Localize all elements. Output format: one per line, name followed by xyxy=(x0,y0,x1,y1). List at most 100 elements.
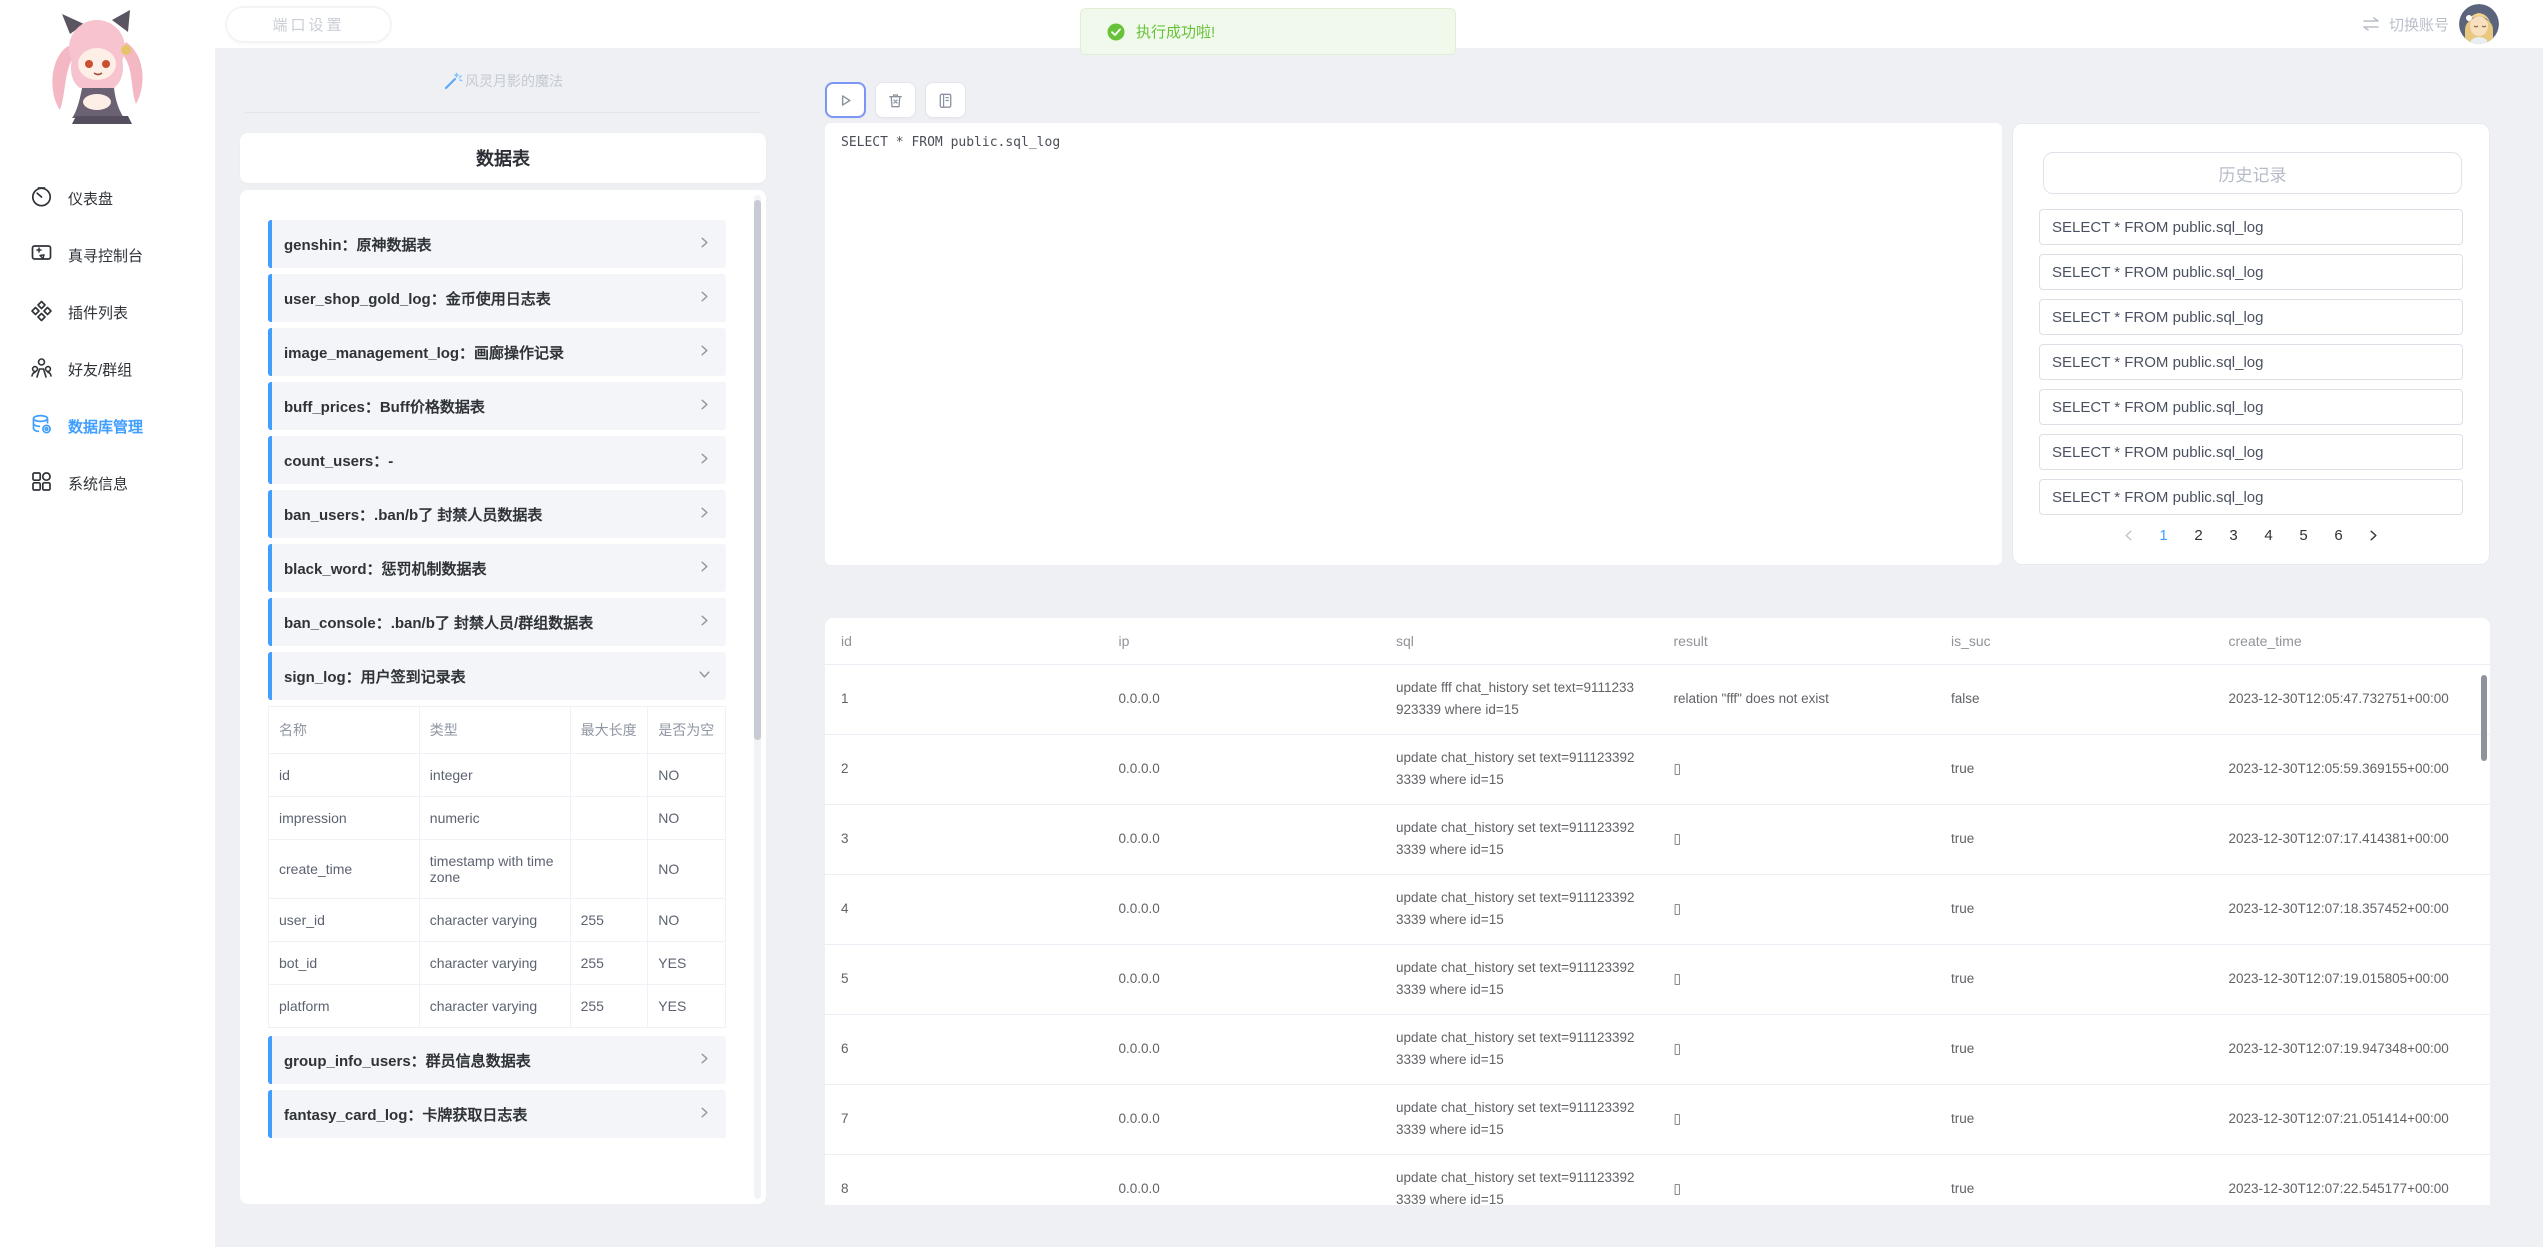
sidebar-item-console[interactable]: 真寻控制台 xyxy=(0,227,215,284)
pagination-page-3[interactable]: 3 xyxy=(2223,522,2245,548)
sidebar-item-dashboard[interactable]: 仪表盘 xyxy=(0,170,215,227)
chevron-down-icon xyxy=(697,667,712,682)
sidebar-item-label: 真寻控制台 xyxy=(68,245,143,266)
results-row: 70.0.0.0update chat_history set text=911… xyxy=(825,1084,2490,1154)
chevron-right-icon xyxy=(697,397,712,412)
cell-sql: update chat_history set text=91112339233… xyxy=(1380,734,1658,804)
run-sql-button[interactable] xyxy=(825,82,866,118)
cell-result: ▯ xyxy=(1658,1154,1936,1205)
cell-id: 2 xyxy=(825,734,1103,804)
pagination-page-1[interactable]: 1 xyxy=(2153,522,2175,548)
table-item-fantasy_card_log[interactable]: fantasy_card_log：卡牌获取日志表 xyxy=(268,1090,726,1138)
plugins-icon xyxy=(30,299,53,326)
sql-editor[interactable]: SELECT * FROM public.sql_log xyxy=(825,123,2002,565)
cell-is_suc: true xyxy=(1935,944,2213,1014)
table-item-image_management_log[interactable]: image_management_log：画廊操作记录 xyxy=(268,328,726,376)
sidebar-item-label: 系统信息 xyxy=(68,473,128,494)
schema-row: platformcharacter varying255YES xyxy=(269,985,726,1028)
cell-ip: 0.0.0.0 xyxy=(1103,804,1381,874)
table-item-genshin[interactable]: genshin：原神数据表 xyxy=(268,220,726,268)
schema-cell: YES xyxy=(648,942,726,985)
panel-subtitle: 风灵月影的魔法 xyxy=(240,66,766,96)
schema-header-cell: 最大长度 xyxy=(570,707,648,754)
table-item-label: image_management_log：画廊操作记录 xyxy=(284,342,564,363)
table-item-label: black_word：惩罚机制数据表 xyxy=(284,558,487,579)
schema-cell: YES xyxy=(648,985,726,1028)
cell-is_suc: true xyxy=(1935,874,2213,944)
schema-row: idintegerNO xyxy=(269,754,726,797)
table-item-label: user_shop_gold_log：金币使用日志表 xyxy=(284,288,551,309)
divider xyxy=(245,112,761,113)
sidebar-item-system[interactable]: 系统信息 xyxy=(0,455,215,512)
history-item[interactable]: SELECT * FROM public.sql_log xyxy=(2039,209,2463,245)
schema-cell: id xyxy=(269,754,420,797)
swap-arrows-icon xyxy=(2361,16,2381,32)
cell-id: 6 xyxy=(825,1014,1103,1084)
results-header-result: result xyxy=(1658,618,1936,664)
cell-create_time: 2023-12-30T12:07:21.051414+00:00 xyxy=(2213,1084,2491,1154)
results-table-head: idipsqlresultis_succreate_time xyxy=(825,618,2490,664)
results-row: 10.0.0.0update fff chat_history set text… xyxy=(825,664,2490,734)
console-icon xyxy=(30,242,53,269)
switch-account-button[interactable]: 切换账号 xyxy=(2361,14,2449,35)
schema-header-row: 名称类型最大长度是否为空 xyxy=(269,707,726,754)
schema-cell: NO xyxy=(648,754,726,797)
dashboard-icon xyxy=(30,185,53,212)
cell-create_time: 2023-12-30T12:07:19.015805+00:00 xyxy=(2213,944,2491,1014)
history-item[interactable]: SELECT * FROM public.sql_log xyxy=(2039,254,2463,290)
sidebar-item-plugins[interactable]: 插件列表 xyxy=(0,284,215,341)
table-item-buff_prices[interactable]: buff_prices：Buff价格数据表 xyxy=(268,382,726,430)
history-item[interactable]: SELECT * FROM public.sql_log xyxy=(2039,479,2463,515)
table-item-user_shop_gold_log[interactable]: user_shop_gold_log：金币使用日志表 xyxy=(268,274,726,322)
tables-scrollbar-thumb[interactable] xyxy=(754,200,761,740)
pagination-next-button[interactable] xyxy=(2363,522,2385,548)
chevron-right-icon xyxy=(697,559,712,574)
results-table-body: 10.0.0.0update fff chat_history set text… xyxy=(825,664,2490,1205)
cell-result: ▯ xyxy=(1658,1014,1936,1084)
port-settings-button[interactable]: 端口设置 xyxy=(227,8,390,41)
sidebar-item-database[interactable]: 数据库管理 xyxy=(0,398,215,455)
table-item-sign_log[interactable]: sign_log：用户签到记录表 xyxy=(268,652,726,700)
trash-x-icon xyxy=(886,91,905,110)
history-panel: 历史记录 SELECT * FROM public.sql_logSELECT … xyxy=(2012,123,2490,565)
pagination-page-6[interactable]: 6 xyxy=(2328,522,2350,548)
history-item[interactable]: SELECT * FROM public.sql_log xyxy=(2039,434,2463,470)
history-item[interactable]: SELECT * FROM public.sql_log xyxy=(2039,299,2463,335)
pagination-prev-button[interactable] xyxy=(2118,522,2140,548)
schema-cell: 255 xyxy=(570,985,648,1028)
user-avatar[interactable] xyxy=(2459,4,2499,44)
sidebar-item-label: 好友/群组 xyxy=(68,359,132,380)
tables-list: genshin：原神数据表 user_shop_gold_log：金币使用日志表i… xyxy=(268,220,726,1144)
table-item-ban_console[interactable]: ban_console：.ban/b了 封禁人员/群组数据表 xyxy=(268,598,726,646)
clear-sql-button[interactable] xyxy=(875,82,916,118)
table-item-label: ban_users：.ban/b了 封禁人员数据表 xyxy=(284,504,542,525)
cell-is_suc: true xyxy=(1935,804,2213,874)
schema-table: 名称类型最大长度是否为空idintegerNOimpressionnumeric… xyxy=(268,706,726,1028)
cell-id: 5 xyxy=(825,944,1103,1014)
chevron-right-icon xyxy=(697,1051,712,1066)
table-item-black_word[interactable]: black_word：惩罚机制数据表 xyxy=(268,544,726,592)
log-book-button[interactable] xyxy=(925,82,966,118)
history-item[interactable]: SELECT * FROM public.sql_log xyxy=(2039,389,2463,425)
sidebar-item-friends[interactable]: 好友/群组 xyxy=(0,341,215,398)
pagination-page-2[interactable]: 2 xyxy=(2188,522,2210,548)
history-item[interactable]: SELECT * FROM public.sql_log xyxy=(2039,344,2463,380)
cell-create_time: 2023-12-30T12:07:18.357452+00:00 xyxy=(2213,874,2491,944)
schema-cell: timestamp with time zone xyxy=(419,840,570,899)
cell-create_time: 2023-12-30T12:07:19.947348+00:00 xyxy=(2213,1014,2491,1084)
schema-cell xyxy=(570,754,648,797)
cell-ip: 0.0.0.0 xyxy=(1103,874,1381,944)
table-item-group_info_users[interactable]: group_info_users：群员信息数据表 xyxy=(268,1036,726,1084)
sql-toolbar xyxy=(825,82,966,118)
chevron-right-icon xyxy=(697,235,712,250)
table-item-label: count_users：- xyxy=(284,450,393,471)
results-header-sql: sql xyxy=(1380,618,1658,664)
cell-ip: 0.0.0.0 xyxy=(1103,734,1381,804)
table-item-count_users[interactable]: count_users：- xyxy=(268,436,726,484)
pagination-page-4[interactable]: 4 xyxy=(2258,522,2280,548)
table-item-label: buff_prices：Buff价格数据表 xyxy=(284,396,485,417)
table-item-ban_users[interactable]: ban_users：.ban/b了 封禁人员数据表 xyxy=(268,490,726,538)
pagination-page-5[interactable]: 5 xyxy=(2293,522,2315,548)
results-scrollbar-thumb[interactable] xyxy=(2481,675,2487,761)
cell-ip: 0.0.0.0 xyxy=(1103,664,1381,734)
